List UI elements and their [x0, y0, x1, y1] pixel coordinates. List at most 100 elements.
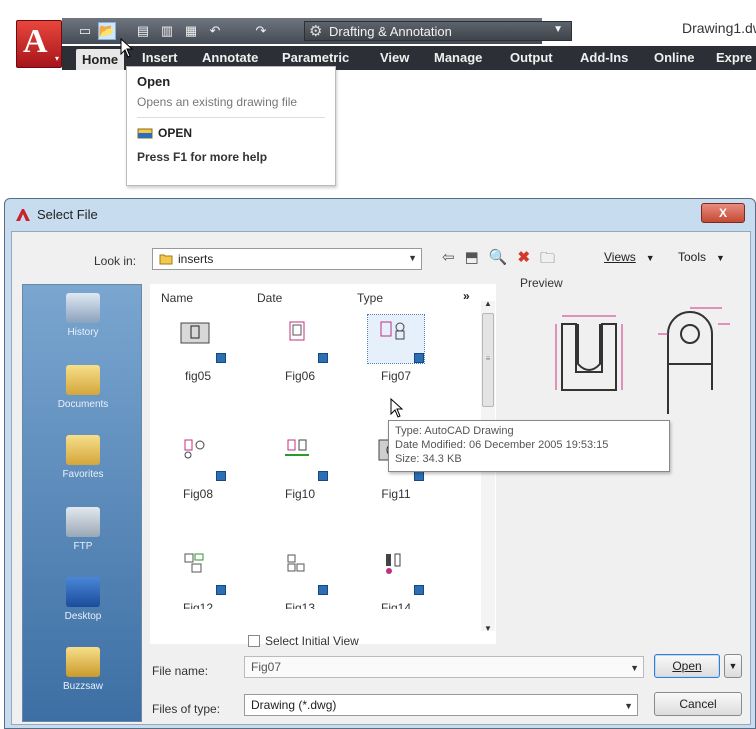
- tab-add-ins[interactable]: Add-Ins: [580, 50, 628, 65]
- divider: [137, 117, 325, 118]
- chevron-down-icon: ▼: [645, 253, 655, 263]
- scroll-up-icon[interactable]: ▲: [481, 299, 495, 308]
- back-icon[interactable]: ⇦: [442, 248, 455, 273]
- preview-label: Preview: [520, 276, 563, 290]
- tools-menu[interactable]: Tools ▼: [678, 250, 725, 264]
- window-title: Drawing1.dwg: [682, 20, 756, 36]
- places-bar: History Documents Favorites FTP Desktop …: [22, 284, 142, 722]
- file-type-info: Type: AutoCAD Drawing: [395, 425, 514, 437]
- chevron-down-icon: ▾: [54, 54, 59, 63]
- chevron-down-icon: ▼: [408, 253, 417, 263]
- mouse-cursor-icon: [120, 38, 134, 58]
- cancel-button[interactable]: Cancel: [654, 692, 742, 716]
- place-desktop[interactable]: Desktop: [23, 577, 143, 622]
- file-name-field[interactable]: Fig07 ▼: [244, 656, 644, 678]
- tab-insert[interactable]: Insert: [142, 50, 177, 65]
- tab-manage[interactable]: Manage: [434, 50, 482, 65]
- scroll-down-icon[interactable]: ▼: [481, 624, 495, 633]
- views-menu[interactable]: Views ▼: [604, 250, 655, 264]
- dwg-badge-icon: [414, 471, 424, 481]
- application-menu-button[interactable]: A ▾: [16, 20, 62, 68]
- file-item[interactable]: Fig14: [351, 547, 441, 609]
- undo-icon[interactable]: ↶: [206, 22, 224, 40]
- checkbox-label: Select Initial View: [265, 634, 359, 648]
- folder-icon: [159, 254, 173, 265]
- place-favorites[interactable]: Favorites: [23, 435, 143, 480]
- dialog-toolbar: ⇦ ⬒ 🔍 ✖ 🗀: [442, 248, 555, 273]
- favorites-icon: [66, 435, 100, 465]
- scroll-thumb[interactable]: ≡: [482, 313, 494, 407]
- gear-icon: ⚙: [309, 23, 323, 40]
- column-date[interactable]: Date: [257, 291, 282, 305]
- plot-icon[interactable]: ▦: [182, 22, 200, 40]
- file-size-info: Size: 34.3 KB: [395, 453, 462, 465]
- open-command-tooltip: Open Opens an existing drawing file OPEN…: [126, 66, 336, 186]
- chevron-down-icon[interactable]: ▼: [630, 663, 639, 673]
- tab-home[interactable]: Home: [76, 49, 125, 70]
- files-of-type-label: Files of type:: [152, 702, 221, 716]
- new-icon[interactable]: ▭: [76, 22, 94, 40]
- select-initial-view-checkbox[interactable]: Select Initial View: [248, 634, 359, 648]
- look-in-label: Look in:: [94, 254, 137, 268]
- tab-parametric[interactable]: Parametric: [282, 50, 349, 65]
- open-button[interactable]: Open: [654, 654, 720, 678]
- file-name-label: File name:: [152, 664, 209, 678]
- place-ftp[interactable]: FTP: [23, 507, 143, 552]
- file-thumbnail: [170, 315, 226, 363]
- place-documents[interactable]: Documents: [23, 365, 143, 410]
- file-thumbnail: [170, 433, 226, 481]
- search-web-icon[interactable]: 🔍: [489, 248, 508, 273]
- dwg-badge-icon: [318, 585, 328, 595]
- file-item[interactable]: Fig06: [255, 315, 345, 383]
- workspace-label: Drafting & Annotation: [329, 23, 452, 39]
- drawing-thumbnail-icon: [184, 439, 205, 459]
- redo-icon[interactable]: ↷: [252, 22, 270, 40]
- files-of-type-dropdown[interactable]: Drawing (*.dwg) ▼: [244, 694, 638, 716]
- drawing-thumbnail-icon: [285, 439, 309, 456]
- command-name: OPEN: [158, 126, 193, 140]
- dwg-badge-icon: [414, 353, 424, 363]
- file-name-value: Fig07: [251, 660, 282, 674]
- tooltip-help: Press F1 for more help: [137, 150, 268, 164]
- open-options-button[interactable]: ▼: [724, 654, 742, 678]
- delete-icon[interactable]: ✖: [517, 248, 530, 273]
- tab-express[interactable]: Expre: [716, 50, 752, 65]
- look-in-dropdown[interactable]: inserts ▼: [152, 248, 422, 270]
- close-button[interactable]: X: [701, 203, 745, 223]
- place-history[interactable]: History: [23, 293, 143, 338]
- tab-online[interactable]: Online: [654, 50, 694, 65]
- file-item[interactable]: Fig12: [153, 547, 243, 609]
- workspace-dropdown[interactable]: ⚙ Drafting & Annotation ▼: [304, 21, 572, 41]
- file-item[interactable]: Fig13: [255, 547, 345, 609]
- checkbox[interactable]: [248, 635, 260, 647]
- tooltip-command: OPEN: [137, 126, 325, 140]
- more-columns-icon[interactable]: »: [463, 289, 470, 303]
- autocad-logo-icon: [16, 208, 30, 221]
- drawing-thumbnail-icon: [380, 321, 405, 340]
- new-folder-icon[interactable]: 🗀: [540, 248, 555, 273]
- file-item[interactable]: Fig07: [351, 314, 441, 383]
- dwg-badge-icon: [318, 471, 328, 481]
- tab-output[interactable]: Output: [510, 50, 553, 65]
- tab-annotate[interactable]: Annotate: [202, 50, 258, 65]
- save-as-icon[interactable]: ▥: [158, 22, 176, 40]
- file-item[interactable]: Fig08: [153, 433, 243, 501]
- save-icon[interactable]: ▤: [134, 22, 152, 40]
- column-type[interactable]: Type: [357, 291, 383, 305]
- open-icon[interactable]: 📂: [98, 22, 116, 40]
- column-name[interactable]: Name: [161, 291, 193, 305]
- file-item[interactable]: fig05: [153, 315, 243, 383]
- file-thumbnail: [272, 315, 328, 363]
- dialog-body: Look in: inserts ▼ ⇦ ⬒ 🔍 ✖ 🗀 Views ▼ Tool…: [11, 231, 751, 725]
- quick-access-toolbar: ▭ 📂 ▤ ▥ ▦ ↶ ↷ ⚙ Drafting & Annotation ▼: [62, 18, 572, 44]
- drawing-thumbnail-icon: [184, 553, 204, 573]
- tab-view[interactable]: View: [380, 50, 409, 65]
- desktop-icon: [66, 577, 100, 607]
- place-buzzsaw[interactable]: Buzzsaw: [23, 647, 143, 692]
- file-modified-info: Date Modified: 06 December 2005 19:53:15: [395, 439, 609, 451]
- up-folder-icon[interactable]: ⬒: [465, 248, 479, 273]
- chevron-down-icon: ▼: [553, 24, 563, 35]
- buzzsaw-icon: [66, 647, 100, 677]
- history-icon: [66, 293, 100, 323]
- file-item[interactable]: Fig10: [255, 433, 345, 501]
